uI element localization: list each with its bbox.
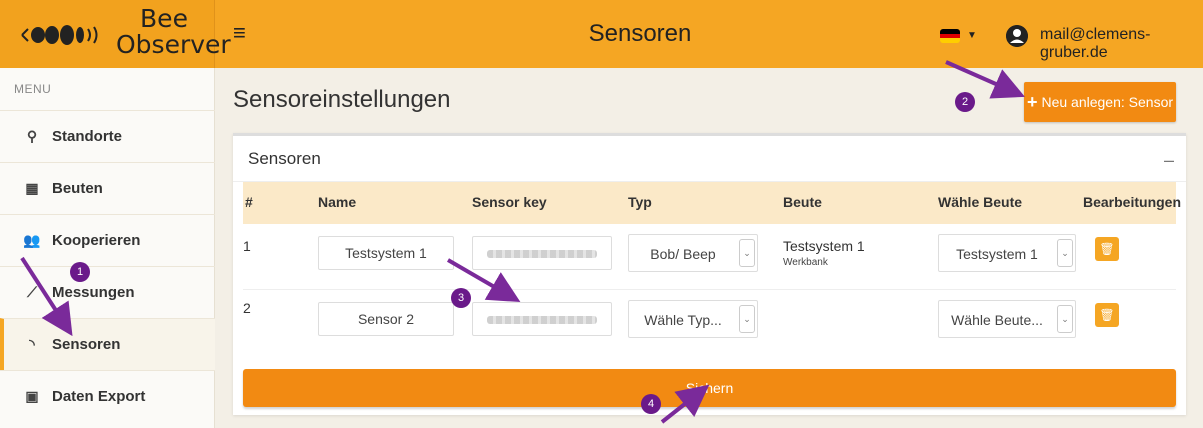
hamburger-icon[interactable]: ≡	[233, 22, 246, 44]
column-header-sensor-key: Sensor key	[472, 194, 547, 210]
column-header-name: Name	[318, 194, 357, 210]
sidebar-item-label: Sensoren	[52, 336, 121, 353]
sidebar: MENU ⚲ Standorte ▦ Beuten 👥 Kooperieren …	[0, 68, 215, 428]
collapse-icon[interactable]: –	[1164, 150, 1174, 171]
sidebar-item-label: Messungen	[52, 284, 135, 301]
user-email[interactable]: mail@clemens-gruber.de	[1040, 26, 1203, 62]
sensor-type-value: Bob/ Beep	[650, 246, 716, 262]
plus-icon: +	[1026, 91, 1038, 112]
blurred-key	[487, 250, 597, 258]
delete-button[interactable]: 🗑	[1095, 303, 1119, 327]
chevron-down-icon: ⌄	[1057, 239, 1073, 267]
column-header-select-beute: Wähle Beute	[938, 194, 1023, 210]
new-sensor-button[interactable]: + Neu anlegen: Sensor	[1024, 82, 1176, 122]
annotation-badge-1: 1	[70, 262, 90, 282]
annotation-badge-2: 2	[955, 92, 975, 112]
annotation-badge-4: 4	[641, 394, 661, 414]
logo-line1: Bee	[140, 4, 188, 33]
new-sensor-label: Neu anlegen: Sensor	[1041, 94, 1174, 110]
hive-icon: ▦	[25, 180, 39, 196]
menu-label: MENU	[14, 82, 52, 96]
column-header-number: #	[245, 194, 253, 210]
sidebar-item-sensoren[interactable]: ◝ Sensoren	[0, 318, 215, 370]
column-header-actions: Bearbeitungen	[1083, 194, 1182, 210]
users-icon: 👥	[23, 232, 41, 248]
sidebar-item-kooperieren[interactable]: 👥 Kooperieren	[0, 214, 215, 266]
sidebar-item-label: Beuten	[52, 180, 103, 197]
sidebar-item-standorte[interactable]: ⚲ Standorte	[0, 110, 215, 162]
user-avatar-icon[interactable]	[1006, 25, 1028, 47]
table-row: 1 Testsystem 1 Bob/ Beep ⌄ Testsystem 1 …	[243, 228, 1176, 290]
delete-button[interactable]: 🗑	[1095, 237, 1119, 261]
select-beute-value: Wähle Beute...	[951, 312, 1043, 328]
row-number: 2	[243, 300, 251, 316]
chevron-down-icon: ⌄	[739, 305, 755, 333]
sensor-type-value: Wähle Typ...	[644, 312, 722, 328]
chevron-down-icon: ⌄	[1057, 305, 1073, 333]
sidebar-item-beuten[interactable]: ▦ Beuten	[0, 162, 215, 214]
select-beute[interactable]: Testsystem 1 ⌄	[938, 234, 1076, 272]
main-content: Sensoreinstellungen + Neu anlegen: Senso…	[216, 68, 1203, 428]
bee-logo-icon	[21, 25, 98, 45]
beute-location: Werkbank	[783, 257, 828, 268]
annotation-badge-3: 3	[451, 288, 471, 308]
save-button[interactable]: Sichern	[243, 369, 1176, 407]
sensor-key-input[interactable]	[472, 236, 612, 270]
map-marker-icon: ⚲	[26, 128, 38, 144]
trash-icon: 🗑	[1099, 308, 1115, 322]
sidebar-item-label: Kooperieren	[52, 232, 141, 249]
sensor-key-input[interactable]	[472, 302, 612, 336]
file-export-icon: ▣	[25, 388, 39, 404]
sensor-name-input[interactable]: Sensor 2	[318, 302, 454, 336]
trash-icon: 🗑	[1099, 242, 1115, 256]
chart-line-icon: ⟋	[27, 284, 37, 300]
chevron-down-icon: ⌄	[739, 239, 755, 267]
rss-icon: ◝	[29, 336, 35, 352]
table-header: # Name Sensor key Typ Beute Wähle Beute …	[243, 182, 1181, 224]
logo[interactable]: Bee Observer	[0, 0, 231, 68]
table-row: 2 Sensor 2 Wähle Typ... ⌄ Wähle Beute...…	[243, 290, 1176, 352]
page-title: Sensoreinstellungen	[233, 86, 451, 113]
sidebar-item-label: Standorte	[52, 128, 123, 145]
logo-text: Bee Observer	[116, 4, 231, 59]
select-beute-value: Testsystem 1	[956, 246, 1038, 262]
column-header-beute: Beute	[783, 194, 822, 210]
sensor-type-select[interactable]: Wähle Typ... ⌄	[628, 300, 758, 338]
sensor-type-select[interactable]: Bob/ Beep ⌄	[628, 234, 758, 272]
sidebar-item-daten-export[interactable]: ▣ Daten Export	[0, 370, 215, 422]
german-flag-icon[interactable]	[940, 29, 960, 43]
language-caret-icon[interactable]: ▼	[967, 30, 977, 41]
select-beute[interactable]: Wähle Beute... ⌄	[938, 300, 1076, 338]
sensor-name-input[interactable]: Testsystem 1	[318, 236, 454, 270]
panel-title: Sensoren	[248, 149, 321, 168]
logo-line2: Observer	[116, 30, 231, 59]
sidebar-item-messungen[interactable]: ⟋ Messungen	[0, 266, 215, 318]
page-heading: Sensoren	[588, 20, 692, 47]
sensors-panel: Sensoren – # Name Sensor key Typ Beute W…	[233, 133, 1186, 415]
blurred-key	[487, 316, 597, 324]
sidebar-item-label: Daten Export	[52, 388, 146, 405]
beute-name: Testsystem 1	[783, 238, 865, 254]
column-header-typ: Typ	[628, 194, 652, 210]
top-bar: Bee Observer ≡ Sensoren ▼ mail@clemens-g…	[0, 0, 1203, 68]
panel-header: Sensoren –	[233, 136, 1186, 182]
row-number: 1	[243, 238, 251, 254]
